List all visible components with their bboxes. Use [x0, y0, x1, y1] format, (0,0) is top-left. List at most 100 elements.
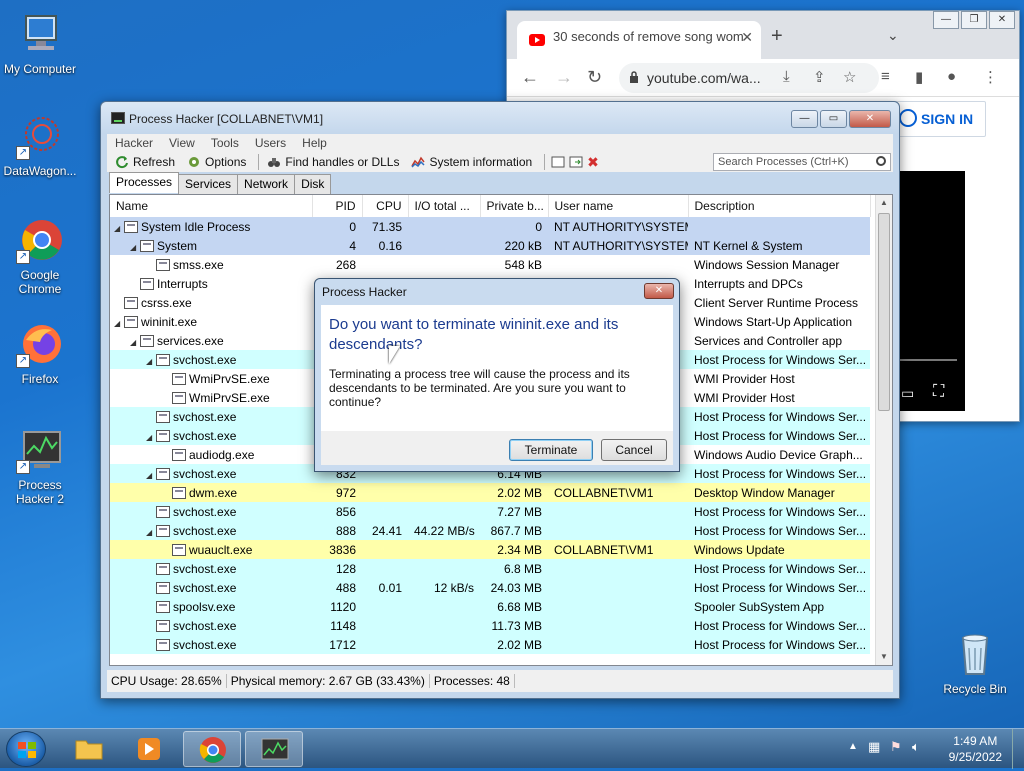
desktop-icon-datawagon[interactable]: ↗ DataWagon... — [0, 112, 80, 178]
column-header-cpu[interactable]: CPU — [362, 195, 409, 217]
fullscreen-icon[interactable]: ⛶ — [933, 383, 944, 401]
taskbar-explorer-button[interactable] — [60, 731, 118, 767]
table-row[interactable]: smss.exe 268 548 kB Windows Session Manager — [110, 255, 870, 274]
table-row[interactable]: svchost.exe 488 0.01 12 kB/s 24.03 MB Host Pr… — [110, 578, 870, 597]
taskbar-media-player-button[interactable] — [120, 731, 178, 767]
dialog-title-bar[interactable]: Process Hacker — [315, 279, 679, 305]
show-desktop-button[interactable] — [1012, 729, 1024, 769]
taskbar-process-hacker-button[interactable] — [245, 731, 303, 767]
table-row[interactable]: svchost.exe 1712 2.02 MB Host Process for W… — [110, 635, 870, 654]
expand-triangle-icon[interactable]: ◢ — [114, 224, 124, 233]
menu-help[interactable]: Help — [294, 134, 335, 152]
refresh-button[interactable]: Refresh — [113, 155, 181, 169]
expand-triangle-icon[interactable]: ◢ — [146, 357, 156, 366]
search-icon[interactable] — [876, 156, 886, 166]
close-button[interactable]: ✕ — [849, 110, 891, 128]
video-player[interactable]: ▭ ⛶ — [899, 171, 965, 411]
desktop-icon-firefox[interactable]: ↗ Firefox — [0, 320, 80, 386]
close-button[interactable]: ✕ — [989, 11, 1015, 29]
scroll-down-arrow-icon[interactable]: ▼ — [876, 649, 892, 665]
cancel-button[interactable]: Cancel — [601, 439, 667, 461]
scrollbar-thumb[interactable] — [878, 213, 890, 411]
sign-in-button[interactable]: SIGN IN — [892, 101, 986, 137]
action-center-icon[interactable]: ⚑ — [890, 739, 902, 755]
expand-triangle-icon[interactable]: ◢ — [130, 243, 140, 252]
reload-icon[interactable]: ↻ — [587, 67, 602, 88]
vertical-scrollbar[interactable]: ▲ ▼ — [875, 195, 892, 665]
tab-disk[interactable]: Disk — [294, 174, 332, 195]
taskbar-chrome-button[interactable] — [183, 731, 241, 767]
desktop-icon-google-chrome[interactable]: ↗ Google Chrome — [0, 216, 80, 296]
options-button[interactable]: Options — [185, 155, 252, 169]
dialog-close-button[interactable]: ✕ — [644, 283, 674, 299]
chrome-tab[interactable]: 30 seconds of remove song wom ✕ — [517, 21, 761, 59]
process-priv-cell: 220 kB — [480, 236, 548, 255]
volume-icon[interactable]: 🔈︎ — [912, 739, 920, 755]
menu-view[interactable]: View — [161, 134, 203, 152]
tab-processes[interactable]: Processes — [109, 172, 180, 193]
table-row[interactable]: spoolsv.exe 1120 6.68 MB Spooler SubSystem … — [110, 597, 870, 616]
bookmark-star-icon[interactable]: ☆ — [843, 68, 856, 86]
title-bar[interactable]: Process Hacker [COLLABNET\VM1] — ▭ ✕ — [101, 102, 899, 134]
side-panel-icon[interactable]: ▮ — [915, 68, 923, 86]
tab-network[interactable]: Network — [237, 174, 296, 195]
menu-tools[interactable]: Tools — [203, 134, 247, 152]
column-header-io-total[interactable]: I/O total ... — [408, 195, 481, 217]
window-icon[interactable] — [551, 155, 565, 169]
desktop-icon-my-computer[interactable]: My Computer — [0, 10, 80, 76]
chevron-down-icon[interactable]: ⌄ — [887, 27, 899, 44]
video-progress-track[interactable] — [899, 359, 957, 361]
minimize-button[interactable]: — — [933, 11, 959, 29]
tab-services[interactable]: Services — [178, 174, 239, 195]
maximize-button[interactable]: ❐ — [961, 11, 987, 29]
table-row[interactable]: svchost.exe 1148 11.73 MB Host Process for … — [110, 616, 870, 635]
reading-list-icon[interactable]: ≡ — [881, 68, 890, 85]
expand-triangle-icon[interactable]: ◢ — [130, 338, 140, 347]
menu-users[interactable]: Users — [247, 134, 294, 152]
column-header-description[interactable]: Description — [688, 195, 871, 217]
clock[interactable]: 1:49 AM 9/25/2022 — [949, 733, 1002, 765]
table-row[interactable]: wuauclt.exe 3836 2.34 MB COLLABNET\VM1 Windo… — [110, 540, 870, 559]
address-bar[interactable]: youtube.com/wa... — [619, 63, 879, 93]
desktop-icon-process-hacker[interactable]: ↗ Process Hacker 2 — [0, 426, 80, 506]
table-row[interactable]: ◢ svchost.exe 888 24.41 44.22 MB/s 867.7 MB Ho… — [110, 521, 870, 540]
maximize-button[interactable]: ▭ — [820, 110, 847, 128]
process-name-cell: ◢ System — [110, 236, 312, 255]
desktop-icon-recycle-bin[interactable]: Recycle Bin — [935, 630, 1015, 696]
find-handles-button[interactable]: Find handles or DLLs — [265, 155, 405, 169]
new-tab-icon[interactable]: + — [771, 25, 783, 48]
minimize-button[interactable]: — — [791, 110, 818, 128]
profile-avatar-icon[interactable]: ● — [947, 68, 956, 85]
expand-triangle-icon[interactable]: ◢ — [146, 528, 156, 537]
start-button[interactable] — [6, 731, 46, 767]
forward-arrow-icon[interactable]: → — [555, 67, 573, 88]
table-row[interactable]: ◢ System Idle Process 0 71.35 0 NT AUTHORITY\… — [110, 217, 870, 236]
share-icon[interactable]: ⇪ — [813, 68, 826, 86]
miniplayer-icon[interactable]: ▭ — [901, 385, 914, 402]
column-header-user-name[interactable]: User name — [548, 195, 689, 217]
kebab-menu-icon[interactable]: ⋮ — [983, 68, 998, 86]
table-row[interactable]: svchost.exe 856 7.27 MB Host Process for Wi… — [110, 502, 870, 521]
expand-triangle-icon[interactable]: ◢ — [114, 319, 124, 328]
search-processes-input[interactable]: Search Processes (Ctrl+K) — [713, 153, 891, 171]
back-arrow-icon[interactable]: ← — [521, 67, 539, 88]
scroll-up-arrow-icon[interactable]: ▲ — [876, 195, 892, 211]
expand-triangle-icon[interactable]: ◢ — [146, 471, 156, 480]
system-information-button[interactable]: System information — [409, 155, 538, 169]
network-icon[interactable]: ▦ — [868, 739, 880, 755]
column-header-private-bytes[interactable]: Private b... — [480, 195, 549, 217]
table-row[interactable]: dwm.exe 972 2.02 MB COLLABNET\VM1 Desktop Wi… — [110, 483, 870, 502]
terminate-button[interactable]: Terminate — [509, 439, 593, 461]
column-header-name[interactable]: Name — [110, 195, 313, 217]
expand-triangle-icon[interactable]: ◢ — [146, 433, 156, 442]
install-icon[interactable]: ⤓ — [783, 68, 790, 85]
close-red-x-icon[interactable]: ✖ — [587, 154, 599, 171]
process-name: System Idle Process — [141, 219, 251, 234]
menu-hacker[interactable]: Hacker — [107, 134, 161, 152]
show-hidden-icons-icon[interactable]: ▲ — [848, 741, 858, 752]
close-icon[interactable]: ✕ — [741, 29, 753, 46]
table-row[interactable]: svchost.exe 128 6.8 MB Host Process for Win… — [110, 559, 870, 578]
column-header-pid[interactable]: PID — [312, 195, 363, 217]
table-row[interactable]: ◢ System 4 0.16 220 kB NT AUTHORITY\SYSTEM NT … — [110, 236, 870, 255]
find-window-icon[interactable] — [569, 155, 583, 169]
